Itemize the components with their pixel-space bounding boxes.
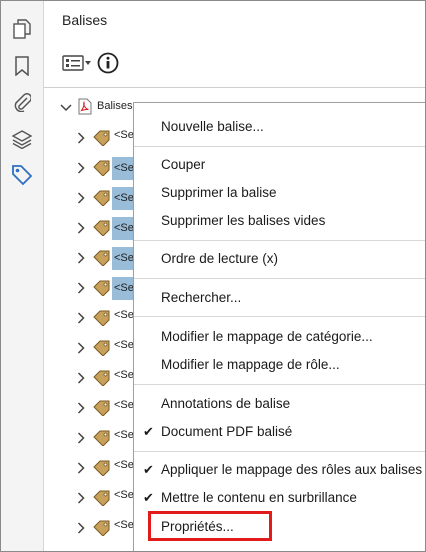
menu-item-label: Mettre le contenu en surbrillance	[161, 490, 357, 505]
menu-item-edit-role-map[interactable]: Modifier le mappage de rôle...	[134, 351, 425, 379]
attachment-icon[interactable]	[10, 90, 34, 114]
menu-item-cut[interactable]: Couper	[134, 151, 425, 179]
info-icon[interactable]	[97, 52, 119, 74]
tag-icon	[93, 370, 111, 391]
highlight-box	[148, 511, 272, 541]
tag-icon	[93, 160, 111, 181]
chevron-right-icon[interactable]	[77, 221, 85, 239]
tags-window: Balises Balises <Se <Se <Se <Se <Se <Se <Se <Se…	[0, 0, 426, 552]
bookmark-icon[interactable]	[10, 54, 34, 78]
menu-item-find[interactable]: Rechercher...	[134, 284, 425, 312]
menu-item-tag-annotations[interactable]: Annotations de balise	[134, 390, 425, 418]
chevron-right-icon[interactable]	[77, 341, 85, 359]
menu-item-apply-role-map[interactable]: ✔ Appliquer le mappage des rôles aux bali…	[134, 456, 425, 484]
menu-item-label: Nouvelle balise...	[161, 119, 264, 134]
menu-item-label: Modifier le mappage de rôle...	[161, 357, 340, 372]
panel-toolbar	[62, 51, 119, 75]
options-menu-icon[interactable]	[62, 53, 92, 73]
menu-item-new-tag[interactable]: Nouvelle balise...	[134, 113, 425, 141]
menu-item-label: Modifier le mappage de catégorie...	[161, 329, 373, 344]
menu-item-label: Supprimer les balises vides	[161, 213, 326, 228]
menu-item-label: Annotations de balise	[161, 396, 291, 411]
tag-icon	[93, 400, 111, 421]
tag-icon	[93, 430, 111, 451]
chevron-right-icon[interactable]	[77, 281, 85, 299]
chevron-right-icon[interactable]	[77, 371, 85, 389]
tree-root[interactable]: Balises	[44, 91, 144, 121]
pdf-file-icon	[78, 98, 92, 120]
chevron-down-icon[interactable]	[60, 100, 72, 118]
chevron-right-icon[interactable]	[77, 431, 85, 449]
tag-icon	[93, 490, 111, 511]
tag-icon	[93, 190, 111, 211]
chevron-right-icon[interactable]	[77, 191, 85, 209]
tags-icon[interactable]	[10, 163, 34, 187]
chevron-right-icon[interactable]	[77, 401, 85, 419]
layers-icon[interactable]	[10, 127, 34, 151]
menu-separator	[134, 316, 425, 317]
menu-separator	[134, 146, 425, 147]
checkmark-icon: ✔	[143, 424, 154, 439]
chevron-right-icon[interactable]	[77, 161, 85, 179]
tag-icon	[93, 340, 111, 361]
menu-separator	[134, 384, 425, 385]
menu-item-reading-order[interactable]: Ordre de lecture (x)	[134, 245, 425, 273]
menu-item-delete-empty-tags[interactable]: Supprimer les balises vides	[134, 207, 425, 235]
panel-title: Balises	[62, 12, 108, 28]
menu-item-label: Supprimer la balise	[161, 185, 277, 200]
menu-separator	[134, 240, 425, 241]
tag-icon	[93, 130, 111, 151]
navigation-rail	[1, 1, 44, 551]
menu-separator	[134, 451, 425, 452]
chevron-right-icon[interactable]	[77, 251, 85, 269]
chevron-right-icon[interactable]	[77, 131, 85, 149]
menu-item-highlight-content[interactable]: ✔ Mettre le contenu en surbrillance	[134, 484, 425, 512]
menu-item-label: Appliquer le mappage des rôles aux balis…	[161, 462, 423, 477]
chevron-right-icon[interactable]	[77, 311, 85, 329]
menu-separator	[134, 278, 425, 279]
tag-icon	[93, 460, 111, 481]
tag-icon	[93, 280, 111, 301]
tag-icon	[93, 250, 111, 271]
menu-item-label: Document PDF balisé	[161, 424, 293, 439]
menu-item-label: Ordre de lecture (x)	[161, 251, 279, 266]
menu-item-edit-class-map[interactable]: Modifier le mappage de catégorie...	[134, 323, 425, 351]
context-menu: Nouvelle balise... Couper Supprimer la b…	[133, 102, 425, 551]
tag-icon	[93, 220, 111, 241]
chevron-right-icon[interactable]	[77, 521, 85, 539]
menu-item-delete-tag[interactable]: Supprimer la balise	[134, 179, 425, 207]
menu-item-tagged-pdf[interactable]: ✔ Document PDF balisé	[134, 418, 425, 446]
chevron-right-icon[interactable]	[77, 491, 85, 509]
toolbar-divider	[44, 87, 425, 88]
tag-icon	[93, 520, 111, 541]
checkmark-icon: ✔	[143, 462, 154, 477]
menu-item-label: Rechercher...	[161, 290, 242, 305]
tag-icon	[93, 310, 111, 331]
menu-item-label: Couper	[161, 157, 206, 172]
tree-root-label: Balises	[97, 100, 133, 112]
chevron-right-icon[interactable]	[77, 461, 85, 479]
page-thumbnails-icon[interactable]	[10, 17, 34, 41]
checkmark-icon: ✔	[143, 490, 154, 505]
